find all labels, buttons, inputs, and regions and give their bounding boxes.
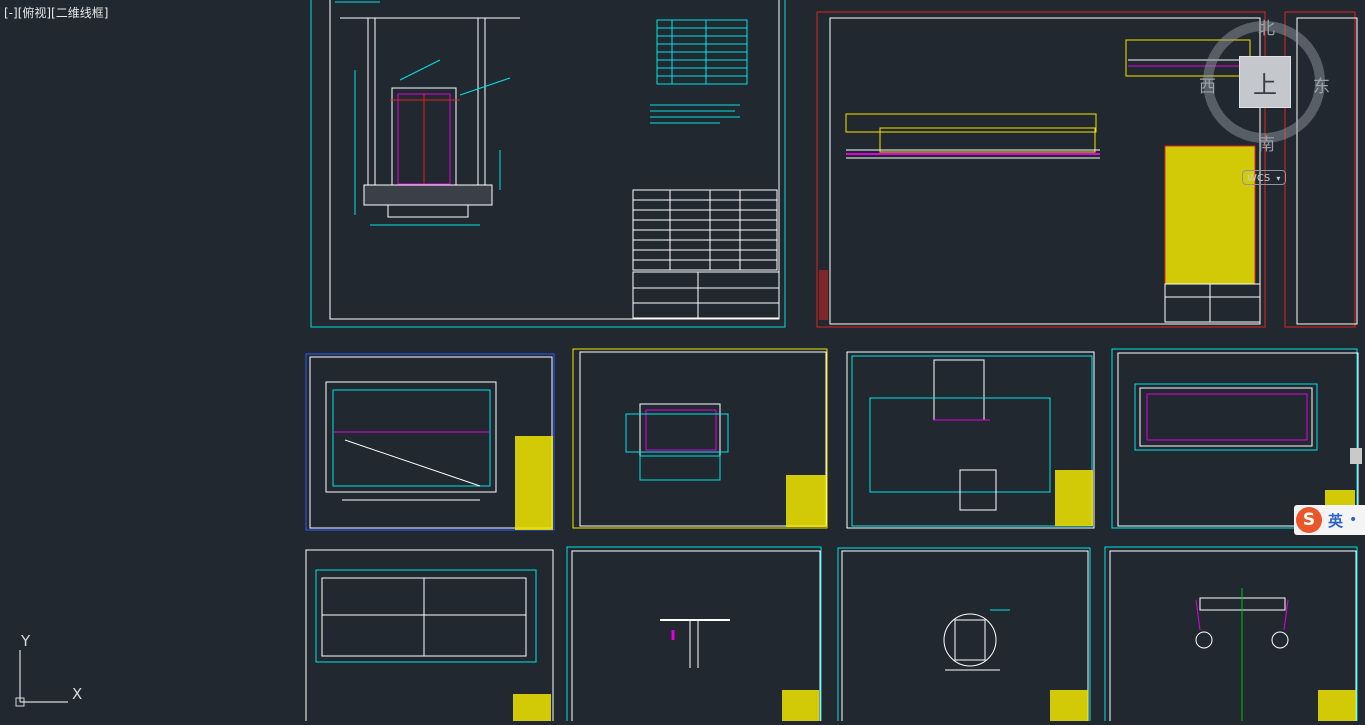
ucs-icon: Y X (12, 632, 92, 712)
ucs-y-label: Y (21, 632, 31, 650)
drawing-sheet-5 (846, 351, 1095, 529)
drawing-sheet-6 (1111, 348, 1359, 529)
viewcube-top-face[interactable]: 上 (1239, 56, 1291, 108)
viewcube-east[interactable]: 东 (1313, 72, 1330, 97)
ucs-x-label: X (72, 685, 83, 703)
wcs-menu[interactable]: WCS ▾ (1242, 170, 1286, 185)
drawing-sheet-9 (837, 547, 1091, 725)
viewcube-south[interactable]: 南 (1258, 130, 1275, 155)
viewcube-north[interactable]: 北 (1258, 14, 1275, 39)
sogou-logo-icon[interactable]: S (1296, 507, 1322, 533)
drawing-sheet-8 (566, 546, 822, 725)
wcs-label: WCS (1247, 173, 1271, 184)
model-space-canvas[interactable] (0, 0, 1365, 725)
viewcube[interactable]: 北 南 东 西 上 WCS ▾ (1196, 14, 1336, 204)
ime-mode-toggle[interactable]: 英 (1328, 510, 1343, 531)
drawing-sheet-3 (305, 353, 555, 531)
drawing-area[interactable] (0, 0, 1365, 725)
drawing-sheet-10 (1104, 546, 1358, 725)
drawing-sheet-7 (305, 549, 554, 725)
drawing-sheet-1 (310, 0, 786, 328)
drawing-sheet-4 (572, 348, 828, 529)
viewcube-west[interactable]: 西 (1199, 72, 1216, 97)
ime-punctuation-indicator[interactable]: • (1349, 512, 1357, 528)
vertical-scrollbar-thumb[interactable] (1350, 448, 1362, 464)
viewport-control-label[interactable]: [-][俯视][二维线框] (4, 4, 108, 21)
chevron-down-icon: ▾ (1276, 174, 1281, 183)
ime-toolbar[interactable]: S 英 • (1294, 505, 1365, 535)
